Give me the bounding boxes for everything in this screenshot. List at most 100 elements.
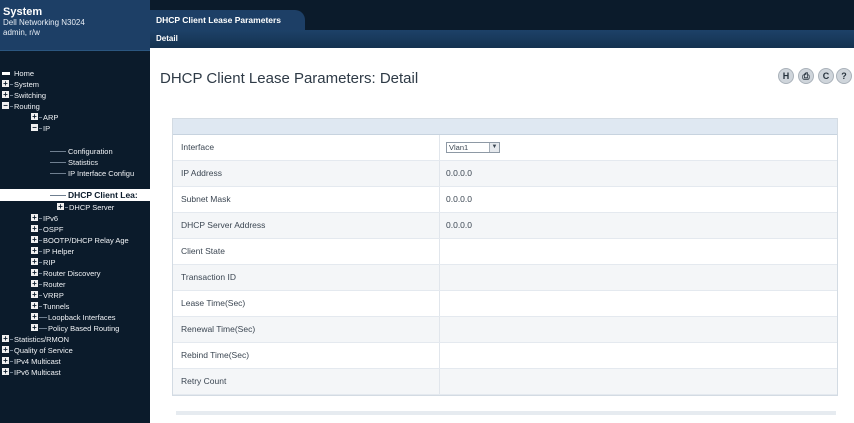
- sidebar-item-dhcp-client-lease[interactable]: DHCP Client Lea:: [0, 189, 150, 201]
- help-h-icon[interactable]: H: [778, 68, 794, 84]
- sidebar-item-label: IPv6: [43, 214, 59, 223]
- row-label: IP Address: [181, 168, 222, 178]
- expand-icon[interactable]: +: [2, 91, 9, 99]
- sidebar-item-label: ARP: [43, 113, 59, 122]
- collapse-icon[interactable]: −: [31, 124, 38, 132]
- sidebar-header: System Dell Networking N3024 admin, r/w: [0, 0, 150, 51]
- sidebar-item-statistics-rmon[interactable]: + Statistics/RMON: [0, 334, 150, 345]
- sidebar-item-loopback-interfaces[interactable]: + Loopback Interfaces: [0, 312, 150, 323]
- sidebar-item-label: OSPF: [43, 225, 64, 234]
- row-label: Renewal Time(Sec): [181, 324, 256, 334]
- sub-tab-bar: [150, 30, 854, 48]
- sidebar-item-bootp-dhcp-relay[interactable]: + BOOTP/DHCP Relay Age: [0, 235, 150, 246]
- sidebar-item-rip[interactable]: + RIP: [0, 257, 150, 268]
- sidebar-item-quality-of-service[interactable]: + Quality of Service: [0, 345, 150, 356]
- sidebar-item-label: Statistics/RMON: [14, 335, 70, 344]
- table-row-subnet-mask: Subnet Mask 0.0.0.0: [173, 187, 837, 213]
- row-label: Lease Time(Sec): [181, 298, 246, 308]
- sidebar-item-label: Quality of Service: [14, 346, 73, 355]
- sidebar-item-home[interactable]: Home: [0, 68, 150, 79]
- system-title: System: [3, 6, 43, 18]
- sidebar-item-ospf[interactable]: + OSPF: [0, 224, 150, 235]
- sidebar-item-router-discovery[interactable]: + Router Discovery: [0, 268, 150, 279]
- sidebar-item-label: Policy Based Routing: [48, 324, 120, 333]
- sidebar-item-label: Routing: [14, 102, 40, 111]
- sidebar-item-label: Loopback Interfaces: [48, 313, 116, 322]
- expand-icon[interactable]: +: [31, 269, 38, 277]
- expand-icon[interactable]: +: [57, 203, 64, 211]
- table-row-client-state: Client State: [173, 239, 837, 265]
- expand-icon[interactable]: +: [31, 324, 38, 332]
- expand-icon[interactable]: +: [31, 236, 38, 244]
- user-info: admin, r/w: [3, 28, 40, 37]
- sidebar-item-label: IPv6 Multicast: [14, 368, 61, 377]
- expand-icon[interactable]: +: [31, 247, 38, 255]
- question-icon[interactable]: ?: [836, 68, 852, 84]
- sidebar-item-tunnels[interactable]: + Tunnels: [0, 301, 150, 312]
- row-value: 0.0.0.0: [446, 168, 472, 178]
- sidebar: System Dell Networking N3024 admin, r/w …: [0, 0, 150, 423]
- sidebar-item-ip-helper[interactable]: + IP Helper: [0, 246, 150, 257]
- device-model: Dell Networking N3024: [3, 18, 85, 27]
- page-title: DHCP Client Lease Parameters: Detail: [160, 70, 419, 87]
- interface-select[interactable]: Vlan1 ▼: [446, 142, 500, 153]
- sidebar-item-arp[interactable]: + ARP: [0, 112, 150, 123]
- sidebar-item-label: System: [14, 80, 40, 89]
- sidebar-item-routing[interactable]: − Routing: [0, 101, 150, 112]
- sidebar-item-ipv6-multicast[interactable]: + IPv6 Multicast: [0, 367, 150, 378]
- expand-icon[interactable]: +: [2, 335, 9, 343]
- sidebar-item-statistics[interactable]: Statistics: [0, 157, 150, 168]
- sidebar-item-ipv6[interactable]: + IPv6: [0, 213, 150, 224]
- row-label: Transaction ID: [181, 272, 236, 282]
- sidebar-item-label: IPv4 Multicast: [14, 357, 61, 366]
- expand-icon[interactable]: +: [31, 302, 38, 310]
- sidebar-item-ip[interactable]: − IP: [0, 123, 150, 134]
- row-value: 0.0.0.0: [446, 194, 472, 204]
- sidebar-item-policy-based-routing[interactable]: + Policy Based Routing: [0, 323, 150, 334]
- sidebar-item-ip-interface-configuration[interactable]: IP Interface Configu: [0, 168, 150, 179]
- tab-detail[interactable]: Detail: [156, 30, 178, 48]
- sidebar-item-switching[interactable]: + Switching: [0, 90, 150, 101]
- sidebar-item-label: Router: [43, 280, 66, 289]
- tab-dhcp-client-lease-parameters[interactable]: DHCP Client Lease Parameters: [150, 10, 305, 30]
- expand-icon[interactable]: +: [31, 258, 38, 266]
- expand-icon[interactable]: +: [31, 225, 38, 233]
- expand-icon[interactable]: +: [31, 280, 38, 288]
- home-icon: [2, 72, 10, 75]
- expand-icon[interactable]: +: [2, 357, 9, 365]
- expand-icon[interactable]: +: [31, 214, 38, 222]
- print-icon[interactable]: ⎙: [798, 68, 814, 84]
- expand-icon[interactable]: +: [31, 313, 38, 321]
- sidebar-item-ipv4-multicast[interactable]: + IPv4 Multicast: [0, 356, 150, 367]
- table-row-dhcp-server-address: DHCP Server Address 0.0.0.0: [173, 213, 837, 239]
- row-label: Subnet Mask: [181, 194, 231, 204]
- expand-icon[interactable]: +: [31, 113, 38, 121]
- sidebar-item-vrrp[interactable]: + VRRP: [0, 290, 150, 301]
- collapse-icon[interactable]: −: [2, 102, 9, 110]
- chevron-down-icon[interactable]: ▼: [489, 143, 499, 152]
- sidebar-item-router[interactable]: + Router: [0, 279, 150, 290]
- table-row-ip-address: IP Address 0.0.0.0: [173, 161, 837, 187]
- sidebar-item-label: Router Discovery: [43, 269, 101, 278]
- sidebar-item-label: DHCP Server: [69, 203, 115, 212]
- interface-select-value: Vlan1: [449, 143, 469, 152]
- sidebar-item-label: VRRP: [43, 291, 64, 300]
- refresh-icon[interactable]: C: [818, 68, 834, 84]
- expand-icon[interactable]: +: [2, 80, 9, 88]
- sidebar-item-system[interactable]: + System: [0, 79, 150, 90]
- row-label: Retry Count: [181, 376, 227, 386]
- sidebar-item-label: Statistics: [68, 158, 99, 167]
- table-row-transaction-id: Transaction ID: [173, 265, 837, 291]
- sidebar-item-configuration[interactable]: Configuration: [0, 146, 150, 157]
- sidebar-item-label: BOOTP/DHCP Relay Age: [43, 236, 129, 245]
- table-row-renewal-time: Renewal Time(Sec): [173, 317, 837, 343]
- expand-icon[interactable]: +: [2, 346, 9, 354]
- sidebar-item-label: DHCP Client Lea:: [68, 190, 138, 200]
- row-value: 0.0.0.0: [446, 220, 472, 230]
- sidebar-item-dhcp-server[interactable]: + DHCP Server: [0, 202, 150, 213]
- sidebar-item-label: Configuration: [68, 147, 113, 156]
- table-row-rebind-time: Rebind Time(Sec): [173, 343, 837, 369]
- expand-icon[interactable]: +: [31, 291, 38, 299]
- expand-icon[interactable]: +: [2, 368, 9, 376]
- sidebar-item-label: Home: [14, 69, 35, 78]
